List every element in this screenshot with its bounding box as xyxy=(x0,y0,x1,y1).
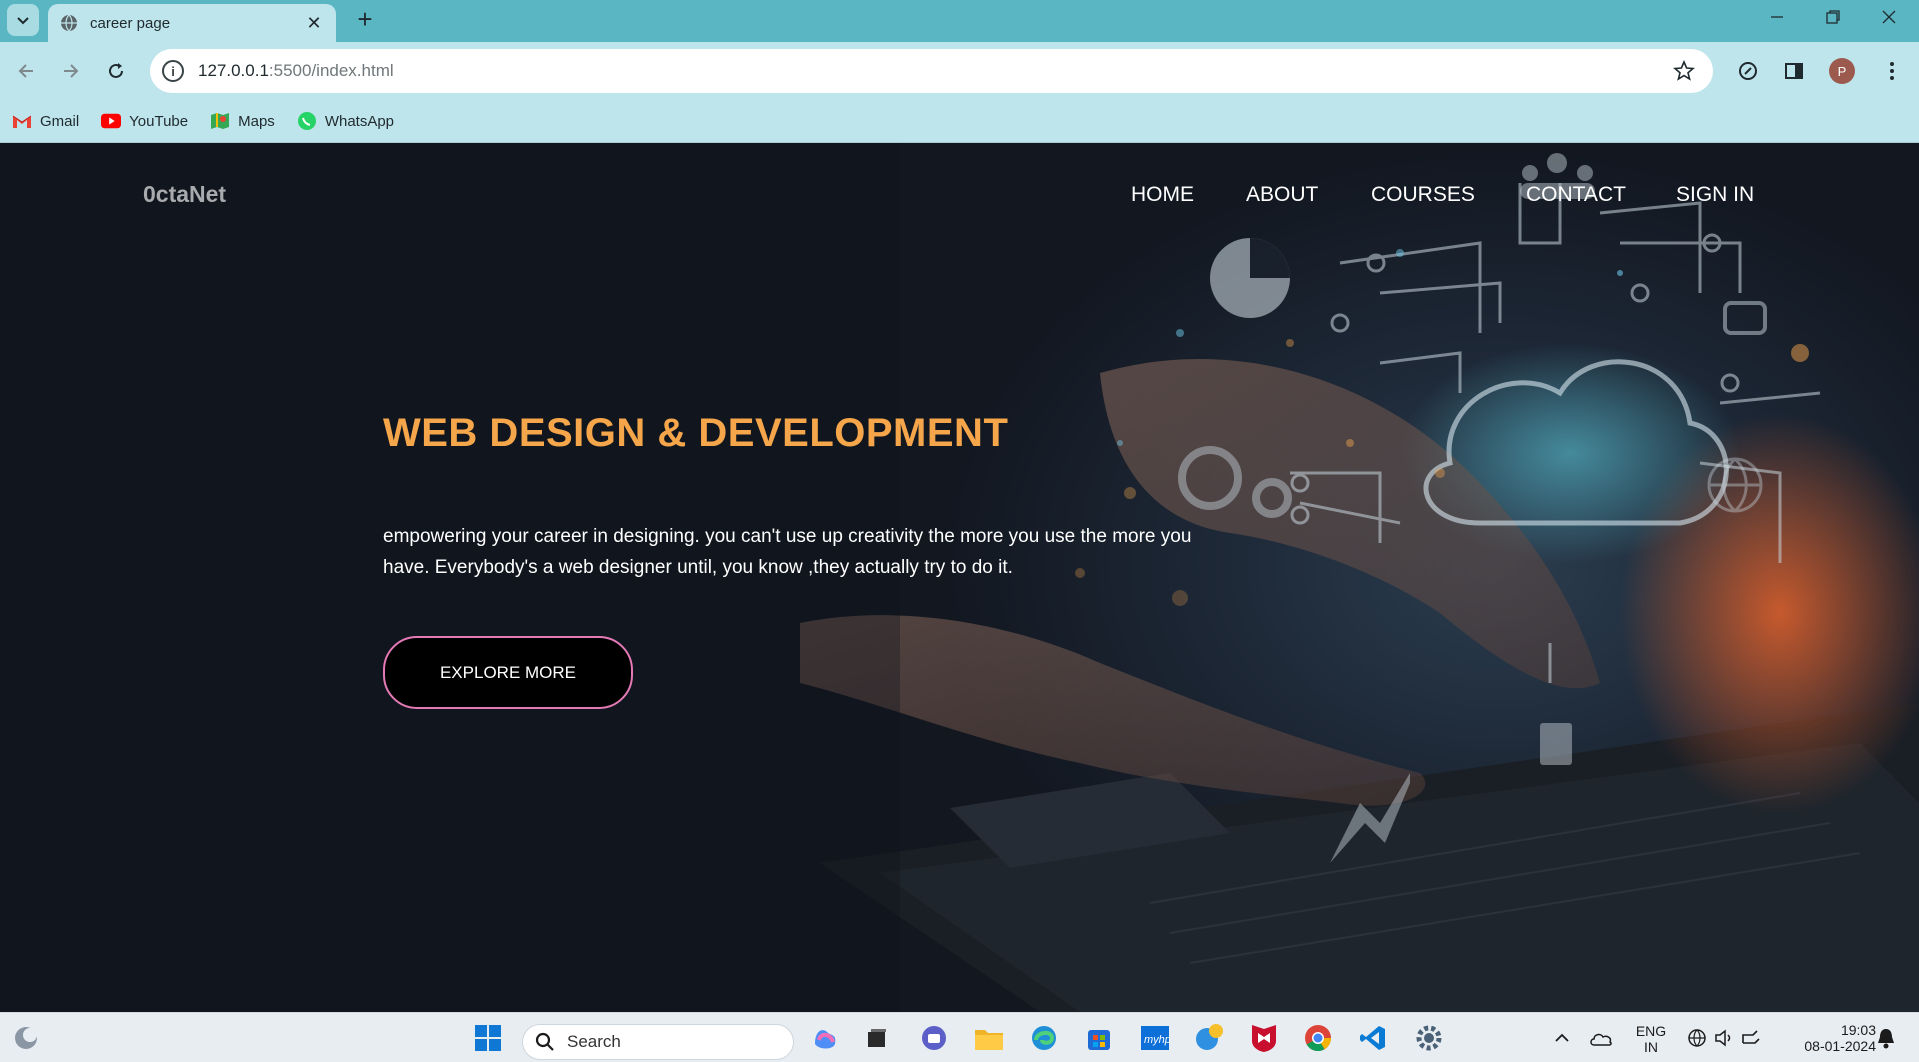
hero-description: empowering your career in designing. you… xyxy=(383,526,1192,578)
browser-menu-button[interactable] xyxy=(1876,55,1908,87)
clock[interactable]: 19:03 08-01-2024 xyxy=(1776,1022,1876,1054)
weather-icon xyxy=(15,1027,37,1049)
browser-tabstrip: career page ✕ + xyxy=(0,0,1919,42)
notifications-button[interactable] xyxy=(1870,1022,1902,1054)
back-button[interactable] xyxy=(10,55,42,87)
bookmark-maps[interactable]: Maps xyxy=(210,111,275,131)
bookmark-star-icon[interactable] xyxy=(1673,60,1695,82)
bookmark-youtube[interactable]: YouTube xyxy=(101,111,188,131)
taskbar-myhp[interactable]: myhp xyxy=(1139,1022,1171,1054)
taskbar-edge[interactable] xyxy=(1028,1022,1060,1054)
new-tab-button[interactable]: + xyxy=(350,4,380,34)
youtube-icon xyxy=(101,111,122,131)
mcafee-shield-icon xyxy=(1252,1025,1276,1052)
back-arrow-icon xyxy=(18,64,33,78)
language-indicator[interactable]: ENG IN xyxy=(1631,1023,1671,1055)
pie-chart-icon xyxy=(1210,238,1290,318)
extension-icon xyxy=(1739,62,1757,80)
taskbar-mcafee[interactable] xyxy=(1248,1022,1280,1054)
profile-button[interactable]: P xyxy=(1826,55,1858,87)
minimize-icon xyxy=(1771,16,1783,18)
gear-icon xyxy=(1416,1025,1442,1051)
taskbar-chrome[interactable] xyxy=(1302,1022,1334,1054)
globe-icon xyxy=(61,14,77,32)
avatar: P xyxy=(1829,58,1855,84)
store-icon xyxy=(1088,1030,1110,1050)
taskbar-vscode[interactable] xyxy=(1357,1022,1389,1054)
taskbar-task-view[interactable] xyxy=(861,1022,893,1054)
close-window-button[interactable] xyxy=(1861,0,1917,34)
close-icon xyxy=(1882,10,1896,24)
copilot-icon xyxy=(815,1030,836,1049)
start-button[interactable] xyxy=(472,1022,504,1054)
reload-icon xyxy=(109,63,123,78)
side-panel-button[interactable] xyxy=(1778,55,1810,87)
chrome-icon xyxy=(1305,1025,1332,1052)
whatsapp-icon xyxy=(297,111,317,131)
nav-courses[interactable]: COURSES xyxy=(1371,183,1475,207)
tab-close-icon[interactable]: ✕ xyxy=(304,13,324,34)
address-bar[interactable]: i 127.0.0.1:5500/index.html xyxy=(150,49,1713,93)
taskbar-store[interactable] xyxy=(1083,1022,1115,1054)
taskbar-tips[interactable] xyxy=(1193,1022,1225,1054)
edge-icon xyxy=(1032,1026,1056,1050)
cloud-icon xyxy=(1590,1033,1612,1046)
myhp-icon: myhp xyxy=(1141,1026,1170,1050)
search-icon xyxy=(535,1032,554,1051)
reload-button[interactable] xyxy=(100,55,132,87)
widgets-button[interactable] xyxy=(10,1022,42,1054)
tab-title: career page xyxy=(90,14,171,32)
nav-home[interactable]: HOME xyxy=(1131,183,1194,207)
battery-tray[interactable] xyxy=(1735,1022,1767,1054)
minimize-button[interactable] xyxy=(1749,0,1805,34)
bookmarks-bar: Gmail YouTube Maps WhatsApp xyxy=(0,100,1919,143)
chevron-down-icon xyxy=(17,17,29,25)
extensions-button[interactable] xyxy=(1732,55,1764,87)
show-hidden-icons-button[interactable] xyxy=(1546,1022,1578,1054)
gmail-icon xyxy=(12,111,32,131)
more-vertical-icon xyxy=(1890,62,1894,80)
site-logo[interactable]: 0ctaNet xyxy=(143,181,226,208)
search-label: Search xyxy=(567,1032,621,1051)
hero-headline: WEB DESIGN & DEVELOPMENT xyxy=(383,411,1009,455)
windows-logo-icon xyxy=(475,1025,501,1051)
tips-icon xyxy=(1196,1024,1223,1050)
url-text: 127.0.0.1:5500/index.html xyxy=(198,61,394,80)
battery-charging-icon xyxy=(1742,1030,1760,1044)
forward-arrow-icon xyxy=(64,64,79,78)
bookmark-gmail[interactable]: Gmail xyxy=(12,111,79,131)
nav-about[interactable]: ABOUT xyxy=(1246,183,1318,207)
browser-toolbar: i 127.0.0.1:5500/index.html P xyxy=(0,42,1919,100)
nav-contact[interactable]: CONTACT xyxy=(1526,183,1626,207)
vscode-icon xyxy=(1360,1026,1385,1050)
chevron-up-icon xyxy=(1555,1033,1569,1042)
onedrive-tray[interactable] xyxy=(1585,1022,1617,1054)
restore-icon xyxy=(1826,10,1840,24)
taskbar-copilot[interactable] xyxy=(809,1022,841,1054)
web-page: 0ctaNet HOME ABOUT COURSES CONTACT SIGN … xyxy=(0,143,1919,1012)
forward-button[interactable] xyxy=(55,55,87,87)
tab-career-page[interactable]: career page ✕ xyxy=(48,4,336,42)
bookmark-whatsapp[interactable]: WhatsApp xyxy=(297,111,394,131)
chat-icon xyxy=(922,1026,946,1050)
bell-icon xyxy=(1878,1029,1894,1049)
svg-text:myhp: myhp xyxy=(1144,1034,1170,1046)
site-info-icon[interactable]: i xyxy=(162,60,184,82)
tab-search-button[interactable] xyxy=(7,4,39,36)
restore-button[interactable] xyxy=(1805,0,1861,34)
taskbar-file-explorer[interactable] xyxy=(973,1022,1005,1054)
side-panel-icon xyxy=(1785,63,1803,79)
globe-network-icon xyxy=(1688,1029,1706,1047)
folder-icon xyxy=(975,1030,1003,1050)
speaker-icon xyxy=(1715,1029,1731,1047)
taskbar-teams[interactable] xyxy=(918,1022,950,1054)
task-view-icon xyxy=(868,1029,886,1047)
maps-icon xyxy=(210,111,230,131)
explore-more-button[interactable]: EXPLORE MORE xyxy=(383,636,633,709)
taskbar-settings[interactable] xyxy=(1413,1022,1445,1054)
nav-sign-in[interactable]: SIGN IN xyxy=(1676,183,1754,207)
windows-taskbar: Search myhp ENG IN 19:03 08-01-2024 xyxy=(0,1012,1919,1062)
taskbar-search[interactable]: Search xyxy=(522,1024,794,1060)
